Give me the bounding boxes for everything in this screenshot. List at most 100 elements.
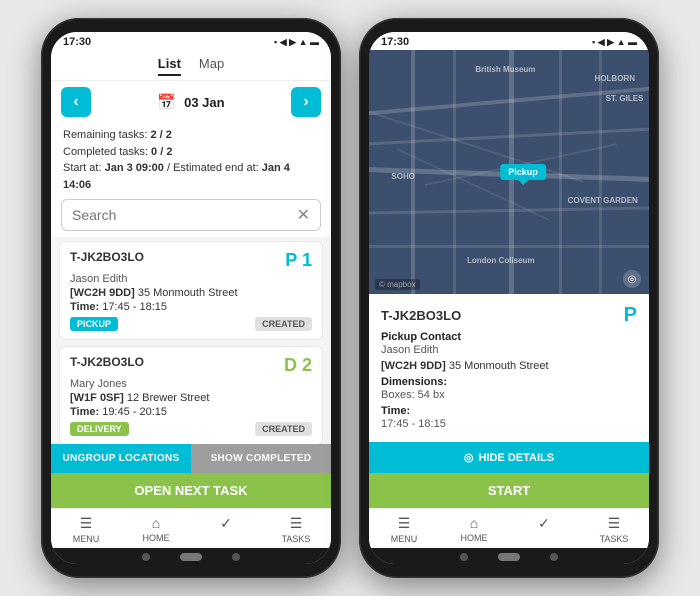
- badge-created-1: CREATED: [255, 317, 312, 331]
- detail-panel: T-JK2BO3LO P Pickup Contact Jason Edith …: [369, 294, 649, 442]
- show-completed-button[interactable]: SHOW COMPLETED: [191, 444, 331, 473]
- task-id-1: T-JK2BO3LO: [70, 250, 144, 264]
- detail-time-section: Time:: [381, 405, 637, 417]
- calendar-icon: 📅: [157, 93, 176, 111]
- task-card-2-header: T-JK2BO3LO D 2: [70, 355, 312, 376]
- tab-list[interactable]: List: [158, 56, 181, 76]
- time-range: Start at: Jan 3 09:00 / Estimated end at…: [63, 160, 319, 193]
- menu-icon-2: ☰: [398, 515, 411, 532]
- search-bar[interactable]: ✕: [61, 199, 321, 231]
- nav-menu-2[interactable]: ☰ MENU: [369, 515, 439, 544]
- open-next-task-button[interactable]: OPEN NEXT TASK: [51, 473, 331, 508]
- start-button[interactable]: START: [369, 473, 649, 508]
- map-label-covent: COVENT GARDEN: [568, 196, 638, 205]
- check-icon-1: ✓: [220, 515, 232, 532]
- nav-indicator-home-2: [498, 553, 520, 561]
- status-bar-2: 17:30 ▪ ◀ ▶ ▲ ▬: [369, 32, 649, 50]
- search-clear-icon[interactable]: ✕: [297, 205, 310, 225]
- detail-postcode: WC2H 9DD: [385, 360, 442, 372]
- hide-details-icon: ◎: [464, 451, 474, 464]
- home-icon-2: ⌂: [470, 515, 478, 531]
- detail-address: [WC2H 9DD] 35 Monmouth Street: [381, 360, 637, 372]
- pickup-pin: Pickup: [500, 164, 546, 180]
- map-label-coliseum: London Coliseum: [467, 256, 535, 265]
- map-label-soho: SOHO: [391, 172, 415, 181]
- time-1: 17:30: [63, 36, 91, 48]
- detail-header: T-JK2BO3LO P: [381, 304, 637, 327]
- status-icons-1: ▪ ◀ ▶ ▲ ▬: [274, 37, 319, 48]
- map-label-stgiles: ST. GILES: [606, 94, 644, 103]
- date-center: 📅 03 Jan: [157, 93, 224, 111]
- nav-menu-1[interactable]: ☰ MENU: [51, 515, 121, 544]
- tasks-label-1: TASKS: [282, 534, 311, 544]
- task-address-2: [W1F 0SF] 12 Brewer Street: [70, 392, 312, 404]
- badge-created-2: CREATED: [255, 422, 312, 436]
- map-container[interactable]: British Museum HOLBORN ST. GILES SOHO CO…: [369, 50, 649, 294]
- task-card-2[interactable]: T-JK2BO3LO D 2 Mary Jones [W1F 0SF] 12 B…: [59, 346, 323, 444]
- time-2: 17:30: [381, 36, 409, 48]
- badge-pickup-1: PICKUP: [70, 317, 118, 331]
- compass-icon: ◎: [623, 270, 641, 288]
- task-info: Remaining tasks: 2 / 2 Completed tasks: …: [51, 123, 331, 199]
- nav-indicator-left-1: [142, 553, 150, 561]
- nav-home-1[interactable]: ⌂ HOME: [121, 515, 191, 544]
- hide-details-label: HIDE DETAILS: [479, 452, 555, 464]
- nav-home-2[interactable]: ⌂ HOME: [439, 515, 509, 544]
- nav-indicator-left-2: [460, 553, 468, 561]
- bottom-bar-2: [369, 548, 649, 564]
- bottom-nav-2: ☰ MENU ⌂ HOME ✓ ☰ TASKS: [369, 508, 649, 548]
- detail-street: 35 Monmouth Street: [449, 360, 549, 372]
- check-icon-2: ✓: [538, 515, 550, 532]
- tabs-1: List Map: [51, 50, 331, 81]
- task-time-1: Time: 17:45 - 18:15: [70, 301, 312, 313]
- map-bg: British Museum HOLBORN ST. GILES SOHO CO…: [369, 50, 649, 294]
- tasks-icon-2: ☰: [608, 515, 621, 532]
- nav-check-2[interactable]: ✓: [509, 515, 579, 544]
- nav-tasks-1[interactable]: ☰ TASKS: [261, 515, 331, 544]
- completed-tasks: Completed tasks: 0 / 2: [63, 144, 319, 161]
- task-address-1: [WC2H 9DD] 35 Monmouth Street: [70, 287, 312, 299]
- tasks-icon-1: ☰: [290, 515, 303, 532]
- home-icon-1: ⌂: [152, 515, 160, 531]
- current-date: 03 Jan: [184, 95, 224, 110]
- task-time-2: Time: 19:45 - 20:15: [70, 406, 312, 418]
- menu-label-2: MENU: [391, 534, 418, 544]
- home-label-2: HOME: [461, 533, 488, 543]
- nav-indicator-home-1: [180, 553, 202, 561]
- task-footer-1: PICKUP CREATED: [70, 317, 312, 331]
- nav-check-1[interactable]: ✓: [191, 515, 261, 544]
- tasks-label-2: TASKS: [600, 534, 629, 544]
- task-name-1: Jason Edith: [70, 273, 312, 285]
- detail-id: T-JK2BO3LO: [381, 308, 461, 323]
- bottom-nav-1: ☰ MENU ⌂ HOME ✓ ☰ TASKS: [51, 508, 331, 548]
- badge-delivery-2: DELIVERY: [70, 422, 129, 436]
- search-input[interactable]: [72, 207, 297, 223]
- task-card-1-header: T-JK2BO3LO P 1: [70, 250, 312, 271]
- remaining-tasks: Remaining tasks: 2 / 2: [63, 127, 319, 144]
- hide-details-button[interactable]: ◎ HIDE DETAILS: [369, 442, 649, 473]
- home-label-1: HOME: [143, 533, 170, 543]
- task-priority-1: P 1: [285, 250, 312, 271]
- bottom-bar-1: [51, 548, 331, 564]
- nav-indicator-right-2: [550, 553, 558, 561]
- task-id-2: T-JK2BO3LO: [70, 355, 144, 369]
- task-card-1[interactable]: T-JK2BO3LO P 1 Jason Edith [WC2H 9DD] 35…: [59, 241, 323, 340]
- task-name-2: Mary Jones: [70, 378, 312, 390]
- next-date-button[interactable]: ›: [291, 87, 321, 117]
- date-nav: ‹ 📅 03 Jan ›: [51, 81, 331, 123]
- ungroup-locations-button[interactable]: UNGROUP LOCATIONS: [51, 444, 191, 473]
- status-bar-1: 17:30 ▪ ◀ ▶ ▲ ▬: [51, 32, 331, 50]
- status-icons-2: ▪ ◀ ▶ ▲ ▬: [592, 37, 637, 48]
- phone1-screen: 17:30 ▪ ◀ ▶ ▲ ▬ List Map ‹ 📅 03 Jan ›: [51, 32, 331, 564]
- tab-map[interactable]: Map: [199, 56, 224, 76]
- map-label-museum: British Museum: [475, 65, 535, 74]
- prev-date-button[interactable]: ‹: [61, 87, 91, 117]
- menu-icon-1: ☰: [80, 515, 93, 532]
- nav-tasks-2[interactable]: ☰ TASKS: [579, 515, 649, 544]
- phone2-screen: 17:30 ▪ ◀ ▶ ▲ ▬: [369, 32, 649, 564]
- detail-dimensions: Boxes: 54 bx: [381, 389, 637, 401]
- detail-dimensions-section: Dimensions:: [381, 376, 637, 388]
- detail-pickup-section: Pickup Contact: [381, 331, 637, 343]
- detail-contact-name: Jason Edith: [381, 344, 637, 356]
- task-list: T-JK2BO3LO P 1 Jason Edith [WC2H 9DD] 35…: [51, 237, 331, 444]
